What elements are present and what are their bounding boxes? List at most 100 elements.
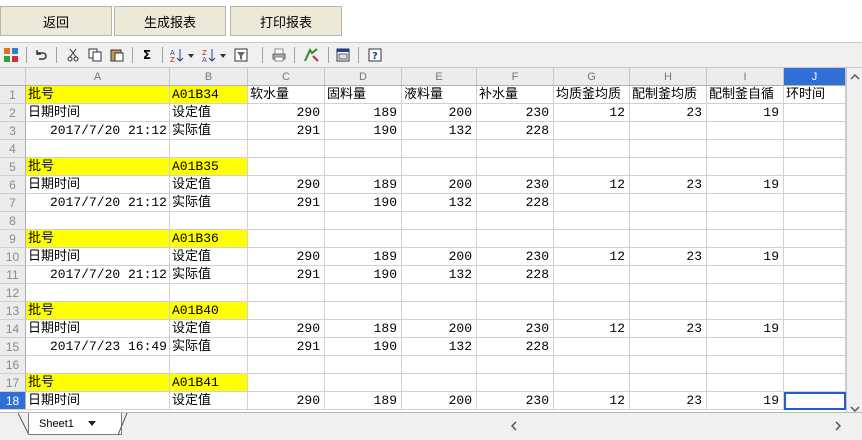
table-cell[interactable]: [554, 374, 630, 392]
table-cell[interactable]: 批号: [26, 86, 170, 104]
table-cell[interactable]: 2017/7/20 21:12: [26, 194, 170, 212]
table-cell[interactable]: 补水量: [477, 86, 554, 104]
row-header[interactable]: 17: [0, 374, 26, 392]
table-cell[interactable]: [630, 122, 707, 140]
table-cell[interactable]: 228: [477, 194, 554, 212]
table-cell[interactable]: 日期时间: [26, 320, 170, 338]
table-cell[interactable]: 12: [554, 104, 630, 122]
table-cell[interactable]: 230: [477, 392, 554, 410]
table-cell[interactable]: 23: [630, 248, 707, 266]
table-cell[interactable]: [707, 158, 784, 176]
table-cell[interactable]: [707, 356, 784, 374]
table-cell[interactable]: [784, 302, 846, 320]
table-cell[interactable]: 200: [402, 176, 477, 194]
column-header-i[interactable]: I: [707, 68, 784, 85]
row-header[interactable]: 13: [0, 302, 26, 320]
table-cell[interactable]: 200: [402, 248, 477, 266]
table-cell[interactable]: [402, 284, 477, 302]
copy-icon[interactable]: [86, 46, 104, 64]
table-cell[interactable]: 19: [707, 392, 784, 410]
table-cell[interactable]: 228: [477, 338, 554, 356]
row-header[interactable]: 9: [0, 230, 26, 248]
table-cell[interactable]: [248, 356, 325, 374]
table-cell[interactable]: 12: [554, 176, 630, 194]
table-cell[interactable]: [477, 356, 554, 374]
table-cell[interactable]: 实际值: [170, 266, 248, 284]
table-cell[interactable]: 228: [477, 266, 554, 284]
table-cell[interactable]: [402, 302, 477, 320]
table-cell[interactable]: [554, 122, 630, 140]
print-report-button[interactable]: 打印报表: [230, 6, 342, 36]
sheet-tab-sheet1[interactable]: Sheet1: [28, 413, 122, 435]
table-cell[interactable]: [707, 302, 784, 320]
row-header[interactable]: 3: [0, 122, 26, 140]
table-cell[interactable]: [630, 302, 707, 320]
table-cell[interactable]: [248, 374, 325, 392]
table-cell[interactable]: 设定值: [170, 176, 248, 194]
table-cell[interactable]: [325, 140, 402, 158]
table-cell[interactable]: [554, 230, 630, 248]
table-cell[interactable]: [170, 356, 248, 374]
column-header-e[interactable]: E: [402, 68, 477, 85]
table-cell[interactable]: A01B34: [170, 86, 248, 104]
table-cell[interactable]: [784, 338, 846, 356]
table-cell[interactable]: 23: [630, 320, 707, 338]
table-cell[interactable]: 200: [402, 104, 477, 122]
select-all-corner[interactable]: [0, 68, 26, 85]
table-cell[interactable]: [630, 356, 707, 374]
table-cell[interactable]: [26, 284, 170, 302]
row-header[interactable]: 16: [0, 356, 26, 374]
table-cell[interactable]: [325, 158, 402, 176]
table-cell[interactable]: [554, 194, 630, 212]
table-cell[interactable]: [248, 284, 325, 302]
row-header[interactable]: 4: [0, 140, 26, 158]
table-cell[interactable]: 12: [554, 248, 630, 266]
table-cell[interactable]: [248, 140, 325, 158]
chart-icon[interactable]: [334, 46, 352, 64]
table-cell[interactable]: 291: [248, 266, 325, 284]
table-cell[interactable]: 290: [248, 104, 325, 122]
table-cell[interactable]: [784, 122, 846, 140]
table-cell[interactable]: A01B35: [170, 158, 248, 176]
table-cell[interactable]: [784, 140, 846, 158]
table-cell[interactable]: 189: [325, 104, 402, 122]
horizontal-scrollbar[interactable]: [506, 415, 846, 435]
table-cell[interactable]: 实际值: [170, 122, 248, 140]
app-icon[interactable]: [2, 46, 20, 64]
table-cell[interactable]: 19: [707, 176, 784, 194]
table-cell[interactable]: 190: [325, 338, 402, 356]
table-cell[interactable]: [554, 284, 630, 302]
table-cell[interactable]: [477, 302, 554, 320]
table-cell[interactable]: 日期时间: [26, 392, 170, 410]
undo-icon[interactable]: [32, 46, 50, 64]
table-cell[interactable]: [630, 212, 707, 230]
table-cell[interactable]: 批号: [26, 230, 170, 248]
table-cell[interactable]: 12: [554, 320, 630, 338]
table-cell[interactable]: [477, 374, 554, 392]
cut-icon[interactable]: [64, 46, 82, 64]
table-cell[interactable]: [248, 158, 325, 176]
table-cell[interactable]: [784, 230, 846, 248]
format-icon[interactable]: [300, 46, 324, 64]
table-cell[interactable]: 230: [477, 104, 554, 122]
table-cell[interactable]: [170, 140, 248, 158]
table-cell[interactable]: [707, 374, 784, 392]
table-cell[interactable]: 228: [477, 122, 554, 140]
column-header-c[interactable]: C: [248, 68, 325, 85]
column-header-h[interactable]: H: [630, 68, 707, 85]
table-cell[interactable]: 设定值: [170, 104, 248, 122]
table-cell[interactable]: 批号: [26, 158, 170, 176]
table-cell[interactable]: 189: [325, 320, 402, 338]
table-cell[interactable]: 环时间: [784, 86, 846, 104]
table-cell[interactable]: [325, 230, 402, 248]
table-cell[interactable]: 2017/7/23 16:49: [26, 338, 170, 356]
row-header[interactable]: 10: [0, 248, 26, 266]
table-cell[interactable]: [784, 320, 846, 338]
row-header[interactable]: 6: [0, 176, 26, 194]
table-cell[interactable]: [630, 158, 707, 176]
table-cell[interactable]: 2017/7/20 21:12: [26, 266, 170, 284]
table-cell[interactable]: [784, 212, 846, 230]
table-cell[interactable]: 290: [248, 320, 325, 338]
table-cell[interactable]: 132: [402, 338, 477, 356]
filter-icon[interactable]: [232, 46, 250, 64]
